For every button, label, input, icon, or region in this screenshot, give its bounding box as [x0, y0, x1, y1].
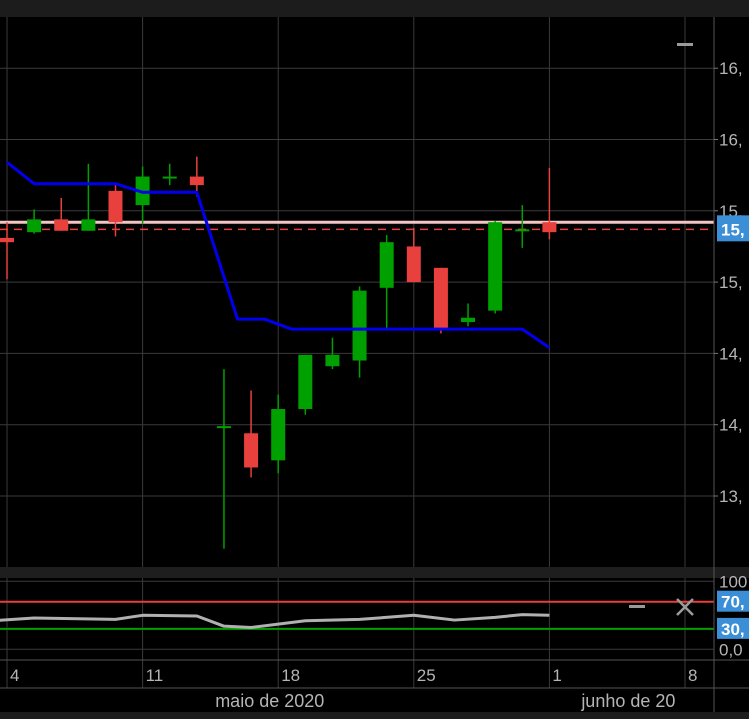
oscillator-tick-label: 100 — [719, 572, 747, 591]
candle-body — [271, 409, 286, 461]
candle-body — [162, 176, 177, 179]
candle-body — [325, 354, 340, 367]
month-label: maio de 2020 — [215, 691, 324, 711]
candle-body — [433, 267, 448, 330]
candle-body — [515, 229, 530, 232]
candle-body — [379, 242, 394, 288]
price-tick-label: 14, — [719, 344, 743, 363]
candle-body — [216, 426, 231, 429]
minus-icon — [629, 605, 645, 608]
candle-body — [0, 237, 14, 243]
candle-body — [27, 219, 42, 233]
price-tick-label: 16, — [719, 131, 743, 150]
top-bar — [0, 0, 749, 17]
price-tick-label: 14, — [719, 416, 743, 435]
candle-body — [189, 176, 204, 186]
month-label: junho de 20 — [580, 691, 675, 711]
time-tick-label: 4 — [10, 666, 19, 685]
candle-body — [488, 222, 503, 311]
oscillator-collapse-button[interactable] — [629, 605, 645, 608]
time-tick-label: 18 — [281, 666, 300, 685]
candle-body — [54, 219, 69, 231]
candle-body — [461, 317, 476, 323]
time-tick-label: 25 — [417, 666, 436, 685]
candle-body — [298, 354, 313, 410]
candle-body — [244, 433, 259, 468]
price-tick-label: 16, — [719, 59, 743, 78]
oscillator-level-label: 70, — [721, 593, 745, 612]
price-tick-label: 15, — [719, 273, 743, 292]
candle-body — [352, 290, 367, 361]
panel-separator — [0, 567, 749, 578]
time-tick-label: 8 — [688, 666, 697, 685]
stock-chart: 16,16,15,15,14,14,13,15,10070,30,0,0 4 11… — [0, 0, 749, 719]
candle-body — [542, 222, 557, 233]
minus-icon — [677, 43, 693, 46]
oscillator-level-label: 30, — [721, 620, 745, 639]
current-price-label: 15, — [721, 220, 745, 239]
time-tick-label: 1 — [552, 666, 561, 685]
candle-body — [81, 219, 96, 231]
bottom-bar — [0, 712, 749, 719]
chart-background — [0, 0, 749, 719]
price-tick-label: 13, — [719, 487, 743, 506]
time-tick-label: 11 — [146, 666, 164, 685]
candle-body — [108, 190, 123, 223]
oscillator-tick-label: 0,0 — [719, 640, 743, 659]
candle-body — [406, 246, 421, 283]
collapse-panel-button[interactable] — [677, 43, 693, 46]
